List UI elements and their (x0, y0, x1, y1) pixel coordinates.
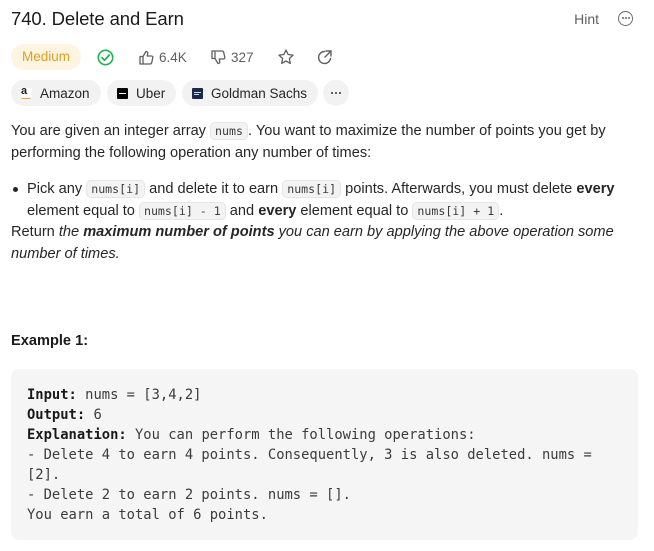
inline-code: nums[i] (282, 180, 342, 198)
uber-logo-icon (117, 87, 128, 99)
operation-list-item: Pick any nums[i] and delete it to earn n… (27, 180, 615, 220)
inline-code: nums[i] - 1 (138, 201, 226, 220)
more-companies-button[interactable] (323, 80, 349, 106)
explanation-line: - Delete 2 to earn 2 points. nums = []. (27, 487, 351, 503)
company-tag-goldman-sachs[interactable]: Goldman Sachs (182, 80, 319, 106)
inline-code: nums (210, 122, 248, 140)
explanation-line: - Delete 4 to earn 4 points. Consequentl… (27, 447, 592, 463)
more-options-icon[interactable] (618, 11, 633, 26)
explanation-line: You earn a total of 6 points. (27, 507, 268, 523)
return-paragraph: Return the maximum number of points you … (11, 224, 614, 262)
company-tag-amazon[interactable]: a Amazon (11, 80, 101, 106)
company-tag-uber[interactable]: Uber (107, 80, 177, 106)
dislike-button[interactable]: 327 (210, 44, 254, 70)
thumbs-down-icon (211, 49, 226, 64)
operation-list: Pick any nums[i] and delete it to earn n… (11, 179, 635, 222)
star-icon[interactable] (277, 44, 295, 70)
title-row: 740. Delete and Earn Hint (11, 6, 637, 34)
meta-row: Medium 6.4K 327 (11, 44, 641, 70)
difficulty-badge: Medium (11, 44, 82, 70)
problem-title[interactable]: 740. Delete and Earn (11, 8, 184, 30)
dislike-count: 327 (231, 49, 254, 65)
company-tag-label: Uber (136, 85, 166, 101)
explanation-label: Explanation: (27, 427, 127, 443)
input-label: Input: (27, 387, 77, 403)
hint-button[interactable]: Hint (574, 11, 599, 27)
output-value: 6 (85, 407, 102, 423)
share-icon[interactable] (316, 44, 333, 70)
like-count: 6.4K (159, 49, 187, 65)
output-label: Output: (27, 407, 86, 423)
problem-description: You are given an integer array nums. You… (11, 121, 635, 265)
bullet-dot (13, 187, 18, 192)
inline-code: nums[i] (86, 180, 146, 198)
goldman-sachs-logo-icon (192, 87, 203, 99)
solved-check-icon (97, 44, 114, 70)
example-block: Input: nums = [3,4,2] Output: 6 Explanat… (11, 369, 638, 540)
company-tag-label: Goldman Sachs (211, 85, 308, 101)
amazon-logo-icon: a (21, 85, 32, 99)
description-paragraph: You are given an integer array nums. You… (11, 122, 606, 161)
like-button[interactable]: 6.4K (138, 44, 187, 70)
explanation-value: You can perform the following operations… (126, 427, 476, 443)
inline-code: nums[i] + 1 (412, 201, 500, 220)
thumbs-up-icon (139, 50, 154, 65)
company-tags: a Amazon Uber Goldman Sachs (11, 80, 651, 106)
input-value: nums = [3,4,2] (76, 387, 202, 403)
example-title: Example 1: (11, 333, 89, 349)
explanation-line: [2]. (27, 467, 61, 483)
company-tag-label: Amazon (40, 85, 90, 101)
